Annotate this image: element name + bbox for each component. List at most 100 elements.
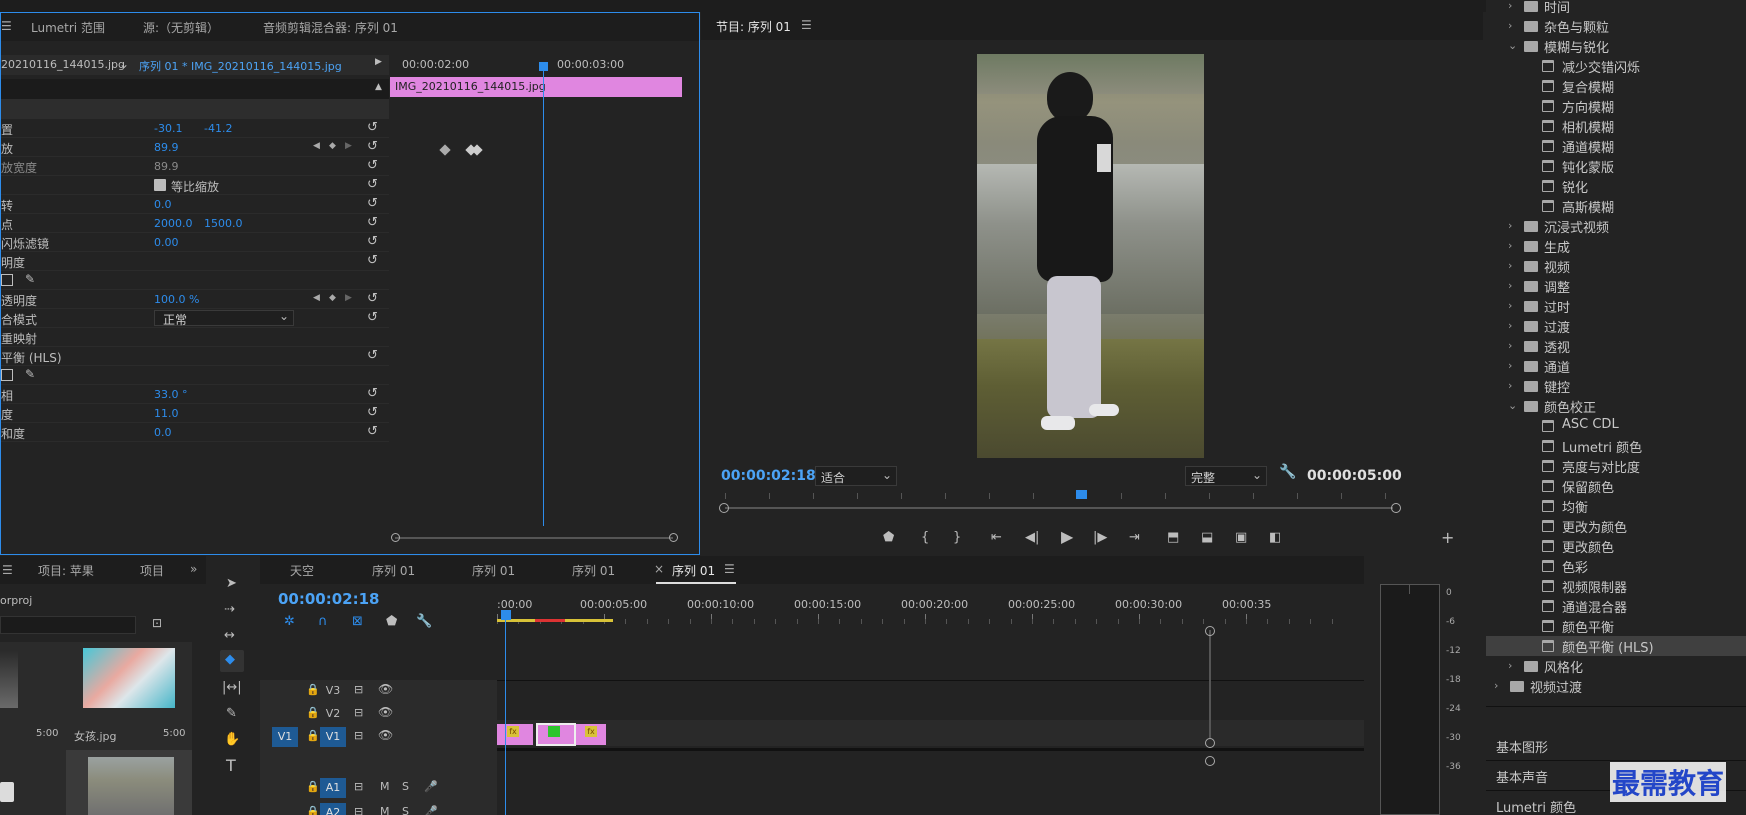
tab-source[interactable]: 源:（无剪辑） [143, 19, 219, 36]
effect-folder[interactable]: › 杂色与颗粒 [1486, 16, 1746, 36]
pen-tool-icon[interactable]: ✎ [226, 706, 237, 721]
track-select-tool-icon[interactable]: ⇢ [224, 602, 235, 617]
menu-icon[interactable]: ☰ [801, 18, 812, 32]
mask-square-icon[interactable] [1, 369, 13, 381]
property-value[interactable]: 0.00 [154, 236, 179, 249]
add-marker-icon[interactable]: ⬟ [883, 530, 894, 545]
ec-scrollbar[interactable] [395, 537, 673, 539]
thumbnail-1[interactable] [0, 650, 18, 708]
scrub-track[interactable] [725, 507, 1393, 509]
timeline-clip-3[interactable]: fx [576, 724, 606, 745]
playhead-handle[interactable] [539, 62, 548, 71]
effect-item[interactable]: 更改为颜色 [1486, 516, 1746, 536]
property-value-2[interactable]: 1500.0 [204, 217, 243, 230]
effect-folder[interactable]: ⌄ 颜色校正 [1486, 396, 1746, 416]
reset-icon[interactable]: ↺ [367, 424, 378, 439]
reset-icon[interactable]: ↺ [367, 386, 378, 401]
go-to-in-icon[interactable]: ⇤ [991, 530, 1002, 545]
effect-item[interactable]: 复合模糊 [1486, 76, 1746, 96]
comparison-view-icon[interactable]: ◧ [1269, 530, 1281, 545]
play-triangle-icon[interactable]: ▶ [375, 57, 382, 67]
chevron-right-icon[interactable]: › [1508, 259, 1512, 272]
checkbox-icon[interactable] [154, 179, 166, 191]
property-value[interactable]: 2000.0 [154, 217, 193, 230]
property-value[interactable]: 100.0 % [154, 293, 199, 306]
ripple-edit-tool-icon[interactable]: ↔ [224, 628, 235, 643]
thumbnail-3[interactable] [66, 750, 192, 815]
effect-item[interactable]: ASC CDL [1486, 416, 1746, 436]
effect-item[interactable]: 色彩 [1486, 556, 1746, 576]
effect-folder[interactable]: ⌄ 模糊与锐化 [1486, 36, 1746, 56]
sync-lock-icon[interactable]: ⊟ [354, 805, 363, 815]
tab-sky[interactable]: 天空 [290, 562, 314, 579]
effect-item[interactable]: 颜色平衡 (HLS) [1486, 636, 1746, 656]
section-lumetri-color[interactable]: Lumetri 颜色 [1496, 797, 1576, 815]
chevron-right-icon[interactable]: › [1508, 339, 1512, 352]
v-scroll-track[interactable] [1209, 630, 1211, 738]
menu-icon[interactable]: ☰ [1, 19, 12, 33]
reset-icon[interactable]: ↺ [367, 291, 378, 306]
chevron-right-icon[interactable]: › [1508, 659, 1512, 672]
v-scroll-handle-bottom[interactable] [1205, 738, 1215, 748]
chevron-down-icon[interactable]: ⌄ [1508, 399, 1517, 412]
sync-lock-icon[interactable]: ⊟ [354, 729, 363, 742]
effect-item[interactable]: 锐化 [1486, 176, 1746, 196]
blend-mode-dropdown[interactable]: 正常 ⌄ [154, 309, 294, 327]
solo-button[interactable]: S [402, 805, 409, 815]
scrub-handle-right[interactable] [1391, 503, 1401, 513]
scrub-handle-left[interactable] [719, 503, 729, 513]
program-title[interactable]: 节目: 序列 01 [716, 18, 791, 35]
section-essential-sound[interactable]: 基本声音 [1496, 767, 1548, 786]
slip-tool-icon[interactable]: |↔| [222, 680, 242, 695]
lift-icon[interactable]: ⬒ [1167, 530, 1179, 545]
tab-sequence-3[interactable]: 序列 01 [572, 562, 615, 579]
scroll-handle-left[interactable] [391, 533, 400, 542]
chevron-right-icon[interactable]: › [1508, 0, 1512, 12]
chevron-right-icon[interactable]: › [1494, 679, 1498, 692]
close-tab-icon[interactable]: × [654, 562, 664, 576]
mask-square-icon[interactable] [1, 274, 13, 286]
lock-icon[interactable]: 🔒 [306, 729, 320, 742]
wrench-icon[interactable]: 🔧 [416, 614, 432, 629]
effect-folder[interactable]: › 时间 [1486, 0, 1746, 16]
track-target-v1[interactable]: V1 [320, 727, 346, 747]
sync-lock-icon[interactable]: ⊟ [354, 780, 363, 793]
effect-folder[interactable]: › 键控 [1486, 376, 1746, 396]
reset-icon[interactable]: ↺ [367, 234, 378, 249]
quality-dropdown[interactable]: 完整 ⌄ [1185, 466, 1267, 486]
extract-icon[interactable]: ⬓ [1201, 530, 1213, 545]
timeline-playhead-handle[interactable] [501, 610, 511, 620]
chevron-right-icon[interactable]: › [1508, 19, 1512, 32]
effect-item[interactable]: 更改颜色 [1486, 536, 1746, 556]
play-icon[interactable]: ▶ [1061, 527, 1073, 546]
effect-item[interactable]: 钝化蒙版 [1486, 156, 1746, 176]
reset-icon[interactable]: ↺ [367, 348, 378, 363]
mask-pen-icon[interactable]: ✎ [25, 367, 35, 381]
lock-icon[interactable]: 🔒 [306, 706, 320, 719]
effect-folder[interactable]: › 过渡 [1486, 316, 1746, 336]
export-frame-icon[interactable]: ▣ [1235, 530, 1247, 545]
more-tabs-icon[interactable]: » [190, 562, 197, 576]
add-marker-icon[interactable]: ⬟ [386, 614, 397, 629]
scroll-handle-right[interactable] [669, 533, 678, 542]
lock-icon[interactable]: 🔒 [306, 780, 320, 793]
property-value[interactable]: -30.1 [154, 122, 182, 135]
effect-folder[interactable]: › 视频过渡 [1486, 676, 1746, 696]
chevron-down-icon[interactable]: ⌄ [119, 57, 129, 71]
mark-in-icon[interactable]: { [921, 530, 929, 545]
selection-tool-icon[interactable]: ➤ [226, 576, 237, 591]
effect-item[interactable]: 减少交错闪烁 [1486, 56, 1746, 76]
mute-button[interactable]: M [380, 780, 390, 793]
menu-icon[interactable]: ☰ [2, 563, 13, 577]
prev-keyframe-icon[interactable]: ◀ [313, 141, 320, 151]
eye-icon[interactable]: 👁 [378, 682, 393, 696]
property-value[interactable]: 33.0 ° [154, 388, 188, 401]
chevron-right-icon[interactable]: › [1508, 239, 1512, 252]
tab-sequence-2[interactable]: 序列 01 [472, 562, 515, 579]
hand-tool-icon[interactable]: ✋ [224, 732, 240, 747]
scrub-playhead[interactable] [1076, 490, 1087, 499]
ec-clip-bar[interactable]: IMG_20210116_144015.jpg [390, 77, 682, 97]
source-patch-v1[interactable]: V1 [272, 727, 298, 747]
add-keyframe-icon[interactable]: ◆ [329, 141, 336, 151]
add-keyframe-icon[interactable]: ◆ [329, 293, 336, 303]
